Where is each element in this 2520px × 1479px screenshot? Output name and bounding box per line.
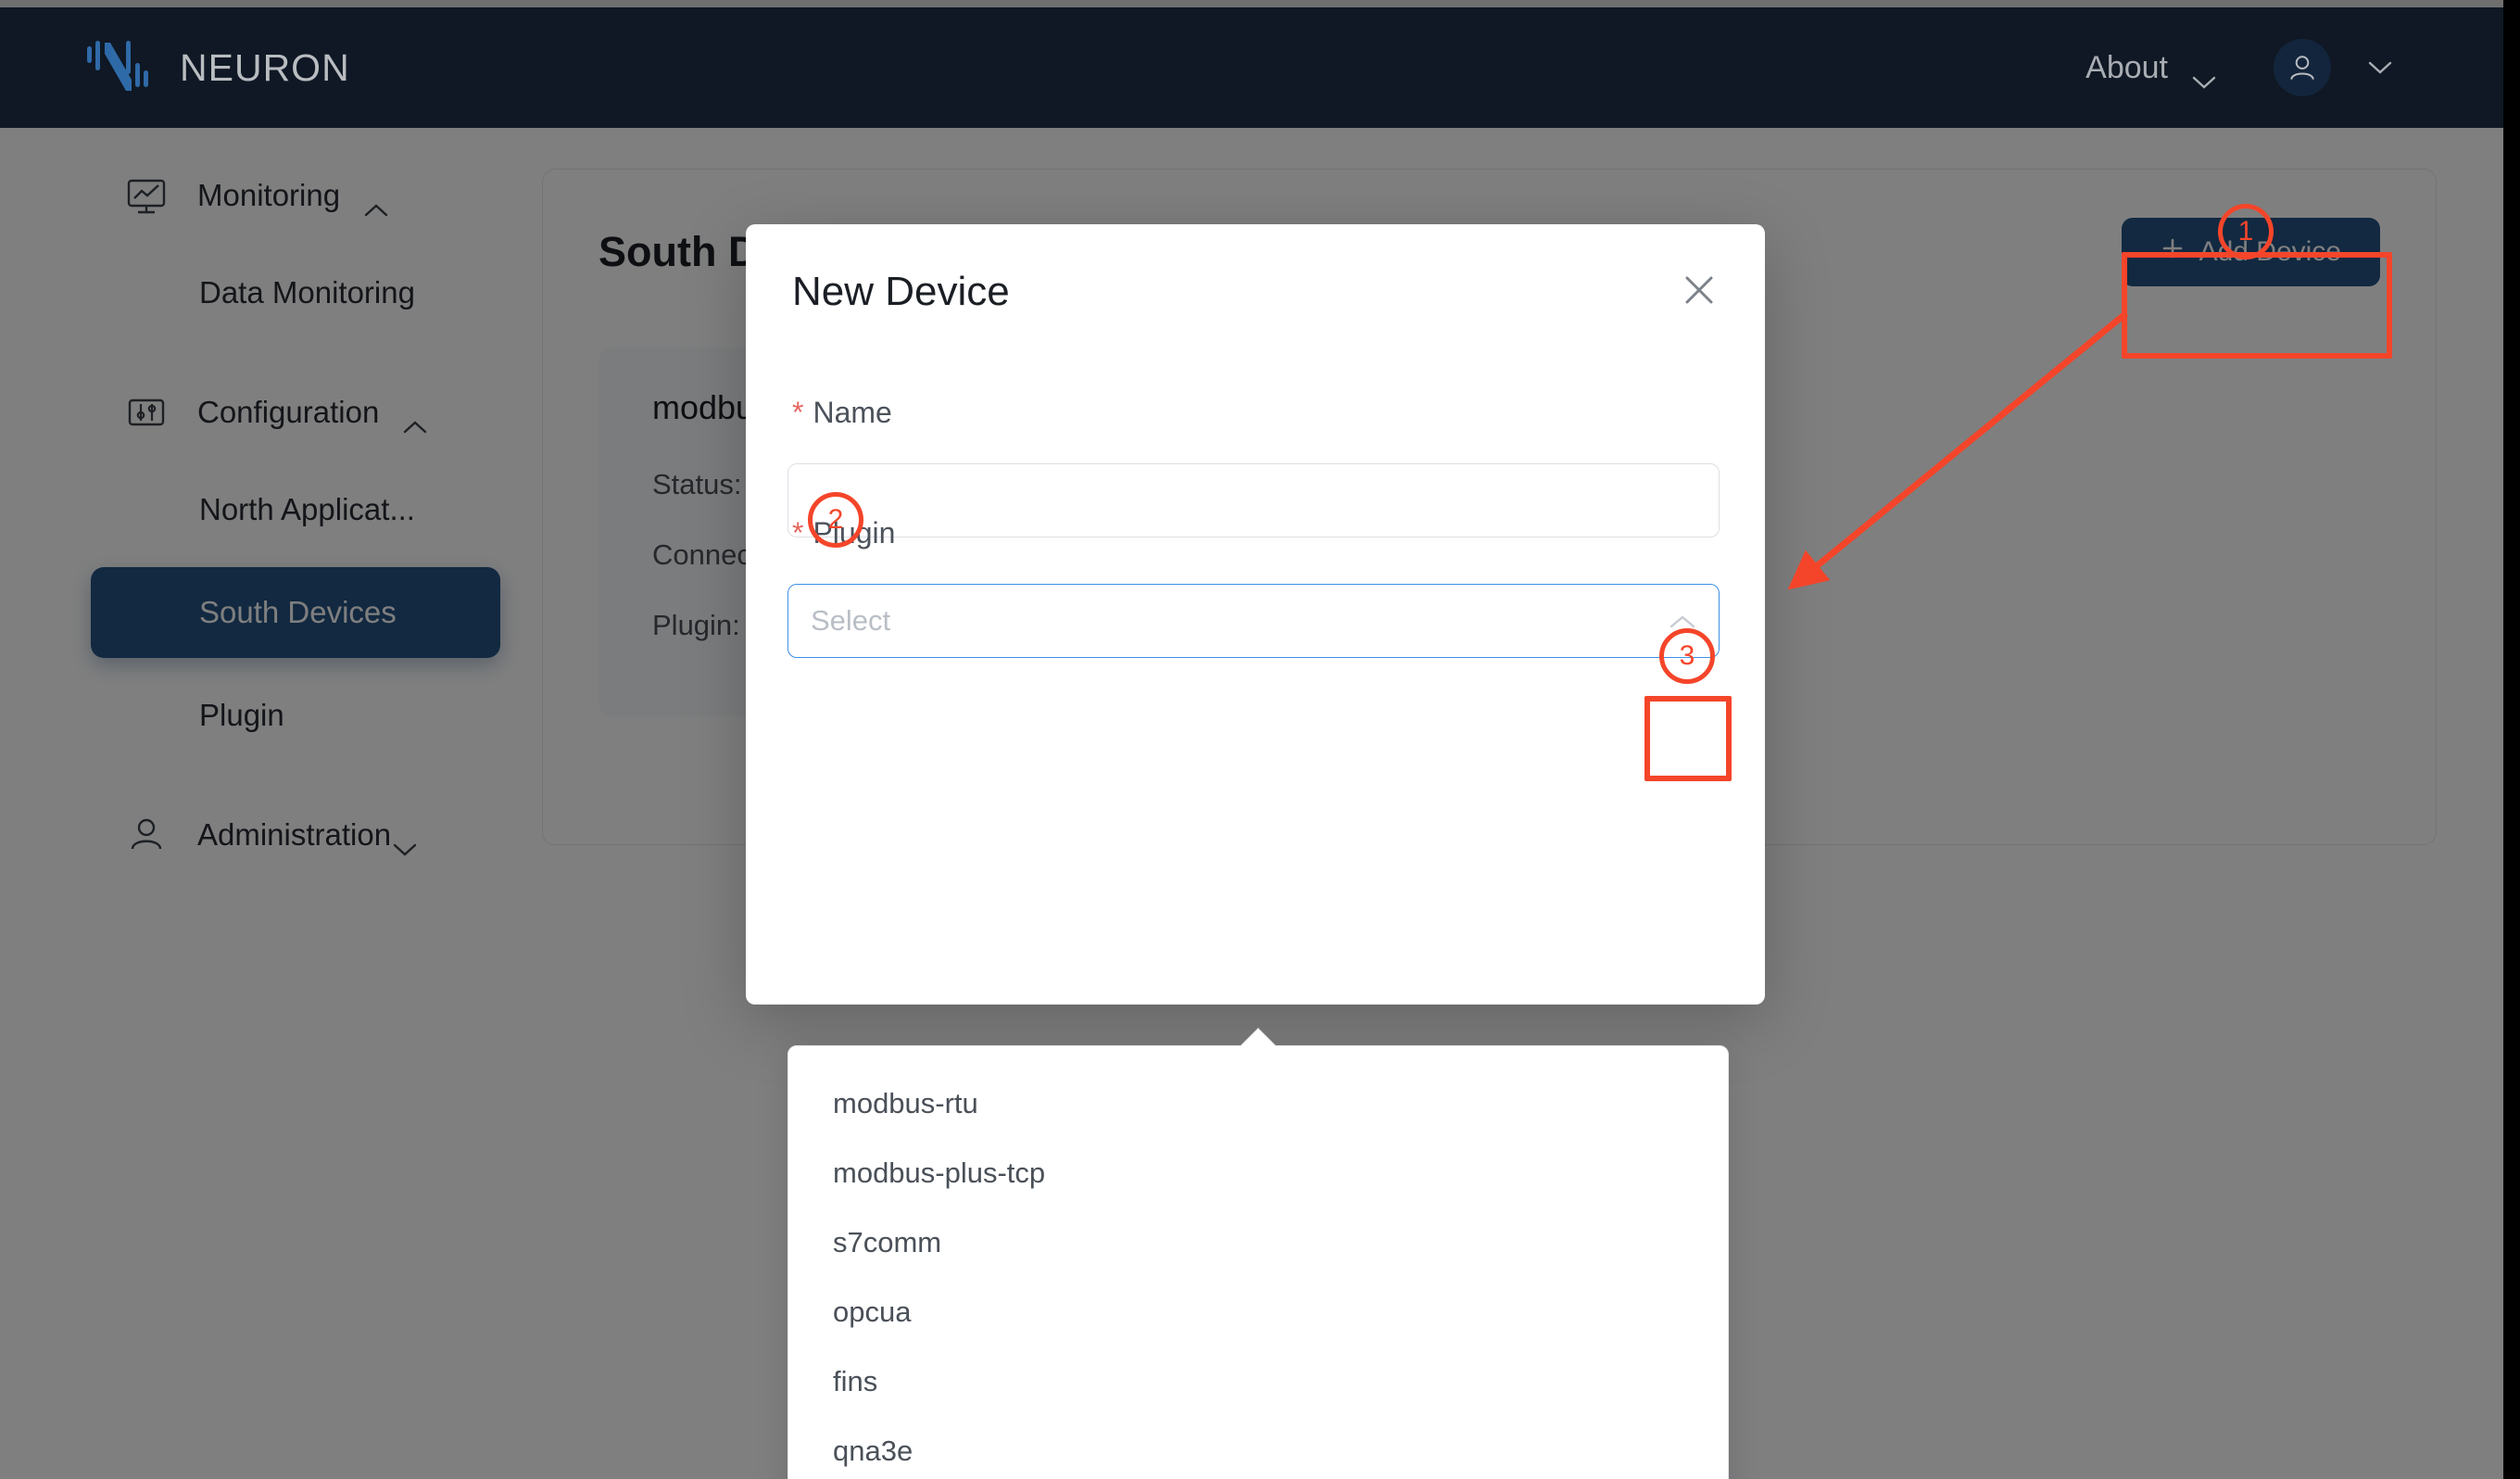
plugin-label-text: Plugin [813, 516, 896, 550]
dropdown-option[interactable]: qna3e [788, 1416, 1728, 1479]
dropdown-option[interactable]: opcua [788, 1277, 1728, 1346]
plugin-field-label: * Plugin [792, 516, 895, 550]
dropdown-option[interactable]: fins [788, 1346, 1728, 1416]
name-field-label: * Name [792, 396, 892, 430]
about-menu[interactable]: About [2085, 49, 2216, 89]
new-device-modal: New Device * Name * Plugin Select [746, 224, 1765, 1005]
topbar-actions: About [2085, 39, 2392, 96]
dropdown-option[interactable]: modbus-rtu [788, 1068, 1728, 1138]
name-label-text: Name [813, 396, 892, 429]
plugin-select[interactable]: Select [788, 584, 1720, 658]
window-right-edge [2503, 0, 2520, 1479]
about-label: About [2085, 49, 2168, 85]
device-name-input[interactable] [788, 463, 1720, 537]
required-asterisk: * [792, 516, 804, 550]
window-top-edge [0, 0, 2520, 7]
top-navigation-bar: NEURON About [0, 7, 2503, 128]
dropdown-option[interactable]: modbus-plus-tcp [788, 1138, 1728, 1207]
neuron-logo-icon [83, 37, 156, 98]
avatar-chevron-down-icon[interactable] [2368, 61, 2392, 74]
plugin-dropdown-menu: modbus-rtu modbus-plus-tcp s7comm opcua … [788, 1028, 1729, 1479]
plugin-select-caret[interactable] [1669, 613, 1696, 629]
plugin-select-placeholder: Select [811, 604, 891, 637]
close-icon[interactable] [1678, 269, 1720, 311]
brand-name: NEURON [180, 45, 350, 89]
required-asterisk: * [792, 396, 804, 429]
brand[interactable]: NEURON [83, 37, 350, 98]
modal-title: New Device [792, 269, 1010, 314]
avatar[interactable] [2274, 39, 2331, 96]
user-avatar-icon [2290, 56, 2314, 80]
chevron-down-icon [2192, 61, 2216, 89]
screen-root: NEURON About New Device * Name * Plugin … [0, 0, 2520, 1479]
dropdown-option[interactable]: s7comm [788, 1207, 1728, 1277]
